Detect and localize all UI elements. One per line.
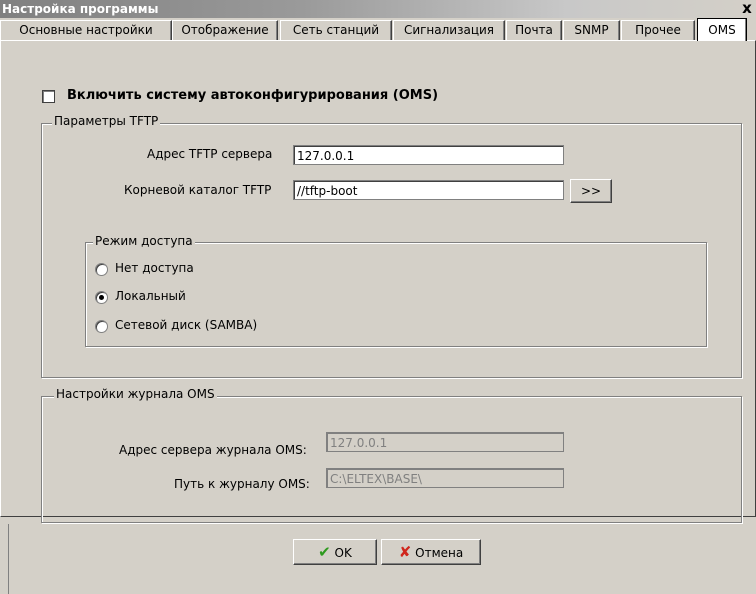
checkmark-icon: ✔ [318,543,331,561]
button-bar: ✔ OK ✘ Отмена [8,524,755,594]
log-path-input[interactable]: C:\ELTEX\BASE\ [326,468,564,488]
cancel-label: Отмена [415,546,464,560]
access-local-label[interactable]: Локальный [115,289,186,303]
oms-log-group [41,396,742,523]
tab-other[interactable]: Прочее [621,20,695,40]
cross-icon: ✘ [398,543,412,561]
tab-snmp[interactable]: SNMP [563,20,620,40]
ok-button[interactable]: ✔ OK [293,539,377,565]
access-local-radio[interactable] [95,291,108,304]
tab-alarms[interactable]: Сигнализация [393,20,505,40]
access-samba-radio[interactable] [95,320,108,333]
tab-mail[interactable]: Почта [506,20,562,40]
tftp-root-label: Корневой каталог TFTP [124,183,272,197]
browse-button[interactable]: >> [570,179,612,203]
log-path-label: Путь к журналу OMS: [174,477,310,491]
access-none-label[interactable]: Нет доступа [115,261,194,275]
enable-oms-label[interactable]: Включить систему автоконфигурирования (O… [67,88,438,103]
enable-oms-checkbox[interactable] [42,90,55,103]
cancel-button[interactable]: ✘ Отмена [381,539,481,565]
tab-main-settings[interactable]: Основные настройки [0,20,172,40]
tab-panel-oms: Включить систему автоконфигурирования (O… [0,40,756,523]
access-samba-label[interactable]: Сетевой диск (SAMBA) [115,318,257,332]
tftp-server-label: Адрес TFTP сервера [147,147,273,161]
access-none-radio[interactable] [95,263,108,276]
tftp-group-title: Параметры TFTP [52,114,161,128]
tftp-server-input[interactable]: 127.0.0.1 [293,145,564,165]
settings-window: Настройка программы x Основные настройки… [0,0,756,594]
tftp-root-input[interactable]: //tftp-boot [293,180,564,200]
log-server-label: Адрес сервера журнала OMS: [119,443,307,457]
tab-oms[interactable]: OMS [697,18,747,41]
log-server-input[interactable]: 127.0.0.1 [326,432,564,452]
radio-selected-dot [99,295,104,300]
tab-station-network[interactable]: Сеть станций [280,20,392,40]
close-button[interactable]: x [740,1,754,16]
oms-log-group-title: Настройки журнала OMS [54,387,217,401]
access-mode-title: Режим доступа [93,234,195,248]
window-title: Настройка программы [2,2,159,16]
title-bar: Настройка программы x [0,0,756,18]
ok-label: OK [334,546,352,560]
tab-display[interactable]: Отображение [172,20,278,40]
tab-strip: Основные настройки Отображение Сеть стан… [0,18,756,41]
